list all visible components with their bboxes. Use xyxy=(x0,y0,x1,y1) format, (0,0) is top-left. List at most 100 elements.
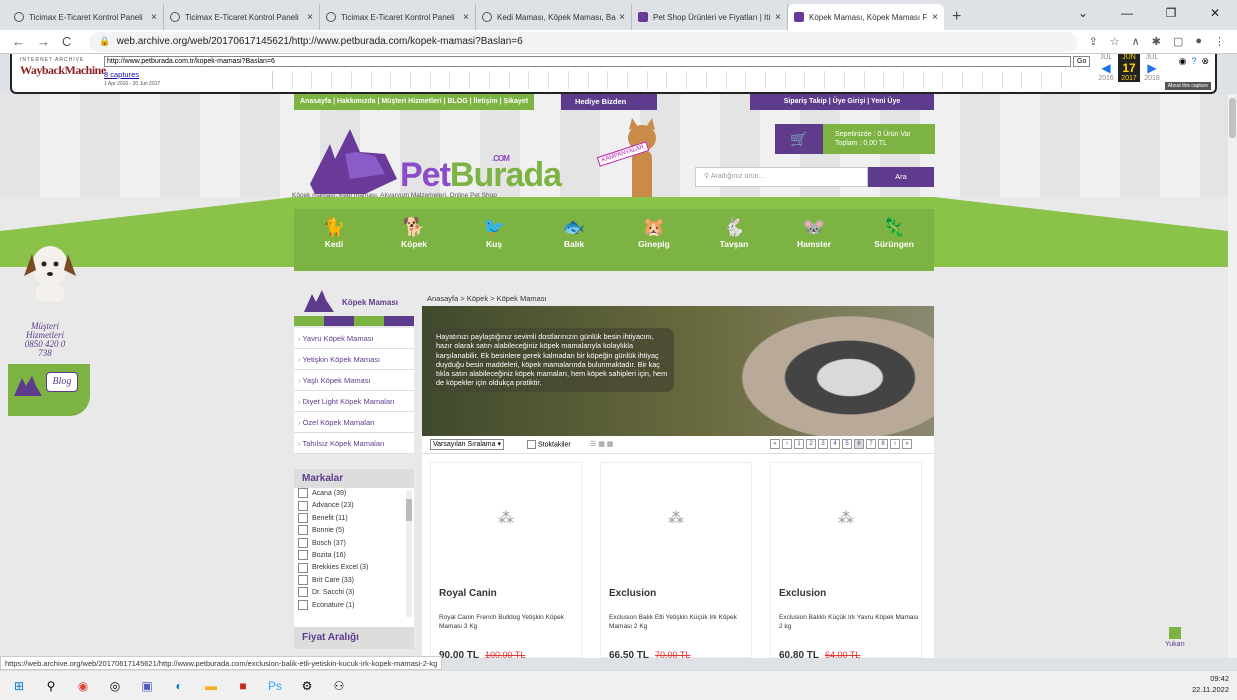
sidebar-item-diyet[interactable]: Diyet Light Köpek Mamaları xyxy=(294,391,414,412)
sidebar-item-tahilsiz[interactable]: Tahılsız Köpek Mamaları xyxy=(294,433,414,454)
breadcrumb[interactable]: Anasayfa > Köpek > Köpek Maması xyxy=(427,294,547,303)
product-card[interactable]: ⁂ Exclusion Exclusion Balıklı Küçük Irk … xyxy=(770,462,922,658)
github-icon[interactable]: ◎ xyxy=(102,676,128,696)
browser-tab[interactable]: Ticimax E-Ticaret Kontrol Paneli × xyxy=(164,4,320,30)
page-link[interactable]: 2 xyxy=(806,439,816,449)
page-link[interactable]: 5 xyxy=(842,439,852,449)
edge-icon[interactable]: ◐ xyxy=(166,676,192,696)
system-clock[interactable]: 09:42 22.11.2022 xyxy=(1192,673,1229,695)
page-link[interactable]: 4 xyxy=(830,439,840,449)
close-window-button[interactable]: ✕ xyxy=(1193,6,1237,20)
close-tab-icon[interactable]: × xyxy=(307,12,313,23)
close-tab-icon[interactable]: × xyxy=(151,12,157,23)
brand-checkbox[interactable]: Benefit (11) xyxy=(294,513,414,525)
brand-checkbox[interactable]: Brit Care (33) xyxy=(294,575,414,587)
share-icon[interactable]: ⇪ xyxy=(1089,35,1098,48)
page-scrollbar[interactable] xyxy=(1228,94,1237,658)
next-year[interactable]: JUL ▶ 2018 xyxy=(1141,54,1163,82)
product-card[interactable]: ⁂ Royal Canin Royal Canin French Bulldog… xyxy=(430,462,582,658)
page-link[interactable]: 1 xyxy=(794,439,804,449)
page-next[interactable]: › xyxy=(890,439,900,449)
profile-icon[interactable]: ● xyxy=(1195,35,1202,48)
captures-link[interactable]: 8 captures xyxy=(104,70,139,79)
help-icon[interactable]: ? xyxy=(1191,56,1196,67)
chrome-icon[interactable]: ◉ xyxy=(70,676,96,696)
wayback-logo[interactable]: INTERNET ARCHIVE WaybackMachine xyxy=(20,57,106,87)
chevron-down-icon[interactable]: ⌄ xyxy=(1061,6,1105,20)
sort-select[interactable]: Varsayılan Sıralama ▾ xyxy=(430,439,504,450)
in-stock-checkbox[interactable]: Stoktakiler xyxy=(527,440,571,449)
hediye-bizden-link[interactable]: Hediye Bizden xyxy=(561,94,657,110)
star-icon[interactable]: ☆ xyxy=(1110,35,1120,48)
category-kus[interactable]: 🐦 Kuş xyxy=(454,209,534,271)
sidebar-item-yetiskin[interactable]: Yetişkin Köpek Maması xyxy=(294,349,414,370)
wayback-go-button[interactable]: Go xyxy=(1073,56,1091,67)
new-tab-button[interactable]: + xyxy=(952,8,961,26)
extension-icon[interactable]: ∧ xyxy=(1132,35,1140,48)
maximize-button[interactable]: ❐ xyxy=(1149,6,1193,20)
brand-checkbox[interactable]: Econature (1) xyxy=(294,600,414,612)
back-icon[interactable]: ← xyxy=(12,34,25,49)
page-current[interactable]: 6 xyxy=(854,439,864,449)
brand-checkbox[interactable]: Bonnie (5) xyxy=(294,525,414,537)
puzzle-icon[interactable]: ✱ xyxy=(1152,35,1161,48)
close-tab-icon[interactable]: × xyxy=(775,12,781,23)
page-link[interactable]: 7 xyxy=(866,439,876,449)
cart-box[interactable]: 🛒 Sepetinizde : 0 Ürün Var Toplam : 0,00 … xyxy=(775,124,935,154)
teams-icon[interactable]: ▣ xyxy=(134,676,160,696)
category-kedi[interactable]: 🐈 Kedi xyxy=(294,209,374,271)
brand-checkbox[interactable]: Bozita (16) xyxy=(294,550,414,562)
browser-tab[interactable]: Ticimax E-Ticaret Kontrol Paneli × xyxy=(320,4,476,30)
category-tavsan[interactable]: 🐇 Tavşan xyxy=(694,209,774,271)
category-surungen[interactable]: 🦎 Sürüngen xyxy=(854,209,934,271)
page-prev[interactable]: ‹ xyxy=(782,439,792,449)
brand-checkbox[interactable]: Brekkies Excel (3) xyxy=(294,562,414,574)
page-link[interactable]: 8 xyxy=(878,439,888,449)
forward-icon[interactable]: → xyxy=(37,34,50,49)
account-icon[interactable]: ◉ xyxy=(1179,56,1187,67)
member-nav[interactable]: Sipariş Takip | Üye Girişi | Yeni Üye xyxy=(750,94,934,110)
windows-start-icon[interactable]: ⊞ xyxy=(6,676,32,696)
page-first[interactable]: « xyxy=(770,439,780,449)
close-tab-icon[interactable]: × xyxy=(463,12,469,23)
photoshop-icon[interactable]: Ps xyxy=(262,676,288,696)
close-tab-icon[interactable]: × xyxy=(932,12,938,23)
close-tab-icon[interactable]: × xyxy=(619,12,625,23)
folder-icon[interactable]: ▬ xyxy=(198,676,224,696)
browser-tab[interactable]: Ticimax E-Ticaret Kontrol Paneli × xyxy=(8,4,164,30)
back-to-top-button[interactable]: Yukarı xyxy=(1165,627,1185,648)
wayback-url-input[interactable]: http://www.petburada.com.tr/kopek-mamasi… xyxy=(104,56,1071,67)
product-card[interactable]: ⁂ Exclusion Exclusion Balık Etli Yetişki… xyxy=(600,462,752,658)
sidebar-item-yasli[interactable]: Yaşlı Köpek Maması xyxy=(294,370,414,391)
sidebar-item-ozel[interactable]: Özel Köpek Mamaları xyxy=(294,412,414,433)
next-arrow-icon[interactable]: ▶ xyxy=(1141,61,1163,75)
sidebar-item-yavru[interactable]: Yavru Köpek Maması xyxy=(294,328,414,349)
browser-tab-active[interactable]: Köpek Maması, Köpek Maması F × xyxy=(788,4,944,30)
browser-tab[interactable]: Kedi Maması, Köpek Maması, Ba × xyxy=(476,4,632,30)
people-icon[interactable]: ⚇ xyxy=(326,676,352,696)
search-icon[interactable]: ⚲ xyxy=(38,676,64,696)
sidebar-icon[interactable]: ▢ xyxy=(1173,35,1183,48)
browser-tab[interactable]: Pet Shop Ürünleri ve Fiyatları | Iti × xyxy=(632,4,788,30)
search-button[interactable]: Ara xyxy=(868,167,934,187)
about-capture-button[interactable]: About this capture xyxy=(1164,82,1211,90)
page-last[interactable]: » xyxy=(902,439,912,449)
brand-list-scrollbar[interactable] xyxy=(406,491,412,617)
brand-checkbox[interactable]: Dr. Sacchi (3) xyxy=(294,587,414,599)
brand-checkbox[interactable]: Bosch (37) xyxy=(294,538,414,550)
brand-checkbox[interactable]: Advance (23) xyxy=(294,500,414,512)
top-nav[interactable]: Anasayfa | Hakkımızda | Müşteri Hizmetle… xyxy=(294,94,535,110)
menu-icon[interactable]: ⋮ xyxy=(1214,35,1225,48)
reload-icon[interactable]: C xyxy=(62,34,71,49)
capture-sparkline[interactable] xyxy=(272,71,1062,89)
settings-icon[interactable]: ⚙ xyxy=(294,676,320,696)
url-field[interactable]: 🔒 web.archive.org/web/20170617145621/http… xyxy=(89,31,1077,52)
brand-checkbox[interactable]: Acana (39) xyxy=(294,488,414,500)
blog-link[interactable]: Blog xyxy=(8,364,90,416)
close-icon[interactable]: ⊗ xyxy=(1201,56,1209,67)
app-icon[interactable]: ■ xyxy=(230,676,256,696)
category-ginepig[interactable]: 🐹 Ginepig xyxy=(614,209,694,271)
prev-year[interactable]: JUL ◀ 2016 xyxy=(1095,54,1117,82)
search-input[interactable]: ⚲ Aradığınız ürün... xyxy=(695,167,868,187)
category-hamster[interactable]: 🐭 Hamster xyxy=(774,209,854,271)
